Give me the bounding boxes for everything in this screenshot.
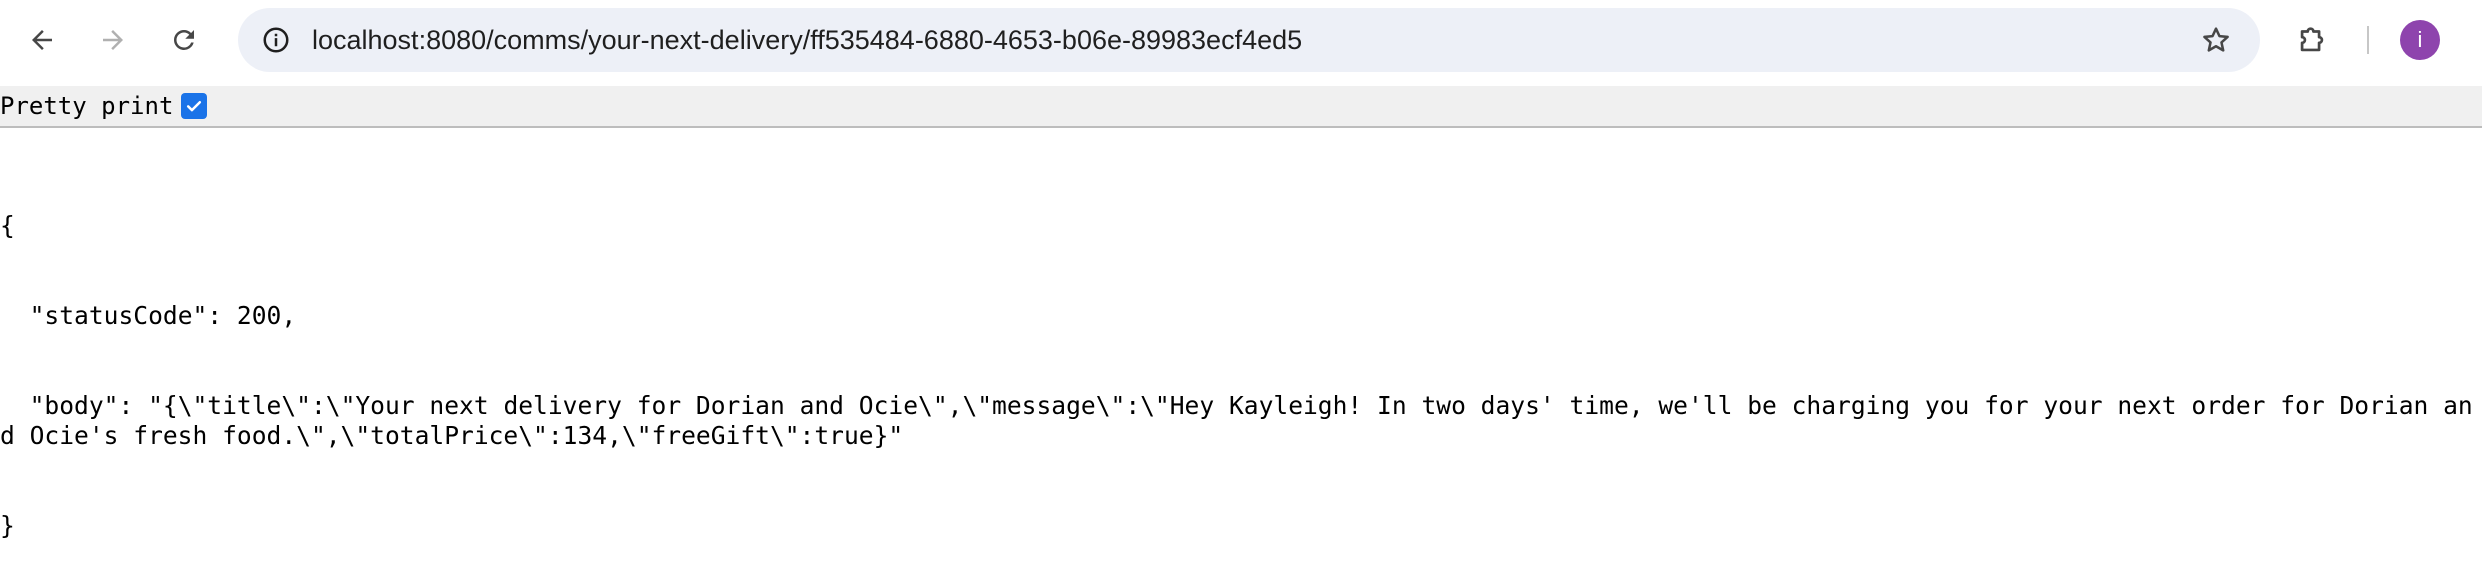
pretty-print-bar: Pretty print	[0, 86, 2482, 128]
toolbar-divider	[2367, 26, 2369, 54]
profile-avatar[interactable]: i	[2400, 20, 2440, 60]
reload-icon	[174, 30, 194, 50]
info-icon	[263, 27, 289, 53]
back-button[interactable]	[18, 16, 66, 64]
star-icon	[2203, 27, 2229, 52]
json-line: }	[0, 511, 15, 540]
bookmark-button[interactable]	[2196, 20, 2236, 60]
json-line: "body": "{\"title\":\"Your next delivery…	[0, 391, 2473, 450]
json-viewer: { "statusCode": 200, "body": "{\"title\"…	[0, 151, 2482, 571]
url-text[interactable]: localhost:8080/comms/your-next-delivery/…	[312, 8, 1302, 72]
forward-button[interactable]	[89, 16, 137, 64]
browser-toolbar: localhost:8080/comms/your-next-delivery/…	[0, 0, 2482, 80]
reload-button[interactable]	[160, 16, 208, 64]
pretty-print-checkbox[interactable]	[181, 93, 208, 119]
checkmark-icon	[187, 101, 202, 112]
arrow-left-icon	[32, 30, 52, 50]
extensions-button[interactable]	[2288, 16, 2336, 64]
json-line: {	[0, 211, 15, 240]
pretty-print-label: Pretty print	[0, 92, 174, 120]
arrow-right-icon	[103, 30, 123, 50]
site-info-button[interactable]	[256, 20, 296, 60]
puzzle-icon	[2300, 27, 2324, 52]
json-line: "statusCode": 200,	[0, 301, 297, 330]
address-bar[interactable]: localhost:8080/comms/your-next-delivery/…	[238, 8, 2260, 72]
